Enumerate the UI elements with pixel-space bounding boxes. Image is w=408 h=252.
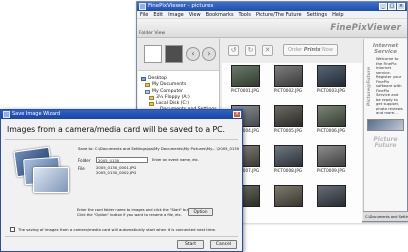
thumbnail-image (316, 105, 346, 127)
internet-service-title: Internet Service (372, 43, 399, 55)
folder-icon (149, 96, 154, 101)
delete-icon[interactable]: ✕ (262, 44, 273, 56)
folder-hint: Enter an event name, etc. (152, 158, 200, 162)
brand-bar: Folder View FinePixViewer (137, 19, 407, 38)
thumbnail[interactable]: PICT0001.JPG (228, 65, 262, 99)
folder-icon (149, 102, 154, 107)
viewer-title-bar[interactable]: FinePixViewer - pictures _ □ × (137, 2, 407, 11)
option-button[interactable]: Option (188, 208, 213, 216)
menu-image[interactable]: Image (168, 11, 184, 18)
auto-save-label: The saving of images from a camera/media… (18, 227, 217, 232)
rotate-right-icon[interactable]: ↻ (245, 44, 256, 56)
menu-bar: File Edit Image View Bookmarks Tools Pic… (137, 11, 407, 19)
wizard-icon (3, 111, 10, 118)
start-button[interactable]: Start (177, 240, 204, 249)
instruction-line-1: Enter the card folder name to images and… (77, 208, 197, 212)
folder-view-icon[interactable] (144, 45, 162, 63)
menu-edit[interactable]: Edit (153, 11, 163, 18)
computer-icon (145, 89, 150, 94)
image-toolbar: ↺ ↻ ✕ Order Prints Now (222, 40, 358, 60)
menu-bookmarks[interactable]: Bookmarks (206, 11, 234, 18)
divider (5, 139, 238, 140)
camera-view-icon[interactable] (165, 45, 183, 63)
desktop-icon (141, 77, 146, 82)
thumbnail[interactable]: PICT0009.JPG (314, 145, 348, 179)
forward-arrow-icon[interactable]: › (202, 47, 216, 61)
file-name-2: 2005_0130_0002.JPG (96, 169, 137, 175)
wizard-title-bar[interactable]: Save Image Wizard × (1, 110, 242, 119)
thumbnail-caption: PICT0003.JPG (316, 88, 346, 93)
thumbnail[interactable]: PICT0003.JPG (314, 65, 348, 99)
app-icon (139, 3, 146, 10)
folder-icon (145, 83, 150, 88)
thumbnail-caption: PICT0005.JPG (273, 128, 303, 133)
thumbnail-image (273, 65, 303, 87)
thumbnail-image (316, 145, 346, 167)
viewer-title: FinePixViewer - pictures (148, 3, 214, 9)
cancel-button[interactable]: Cancel (210, 240, 237, 249)
menu-view[interactable]: View (189, 11, 201, 18)
thumbnail-image (316, 185, 346, 207)
menu-tools[interactable]: Tools (239, 11, 251, 18)
bottom-divider (5, 236, 238, 237)
status-bar: C:\Documents and Settings\qa\FinePix Doc… (363, 211, 408, 221)
close-icon[interactable]: × (233, 111, 241, 118)
wizard-fields: Folder 2005_0130 Enter an event name, et… (78, 157, 199, 179)
thumbnail[interactable] (271, 185, 305, 219)
folder-view-tab[interactable]: Folder View (139, 31, 165, 36)
auto-save-option[interactable]: The saving of images from a camera/media… (10, 227, 216, 232)
thumbnail-grid: PICT0001.JPG PICT0002.JPG PICT0003.JPG PICT… (222, 63, 362, 223)
folder-label: Folder (78, 157, 91, 163)
menu-picture-future[interactable]: Picture/The Future (256, 11, 302, 18)
auto-save-checkbox[interactable] (10, 227, 15, 232)
thumbnail[interactable]: PICT0005.JPG (271, 105, 305, 139)
wizard-heading: Images from a camera/media card will be … (7, 125, 225, 134)
order-prints-button[interactable]: Order Prints Now (283, 44, 338, 56)
thumbnail[interactable] (314, 185, 348, 219)
thumbnail-caption: PICT0002.JPG (273, 88, 303, 93)
rotate-left-icon[interactable]: ↺ (228, 44, 239, 56)
thumbnail-image (316, 65, 346, 87)
minimize-button[interactable]: _ (379, 3, 387, 10)
maximize-button[interactable]: □ (388, 3, 396, 10)
photo-stack-illustration (13, 146, 71, 199)
brand-logo: FinePixViewer (330, 23, 401, 33)
wizard-title: Save Image Wizard (12, 111, 61, 117)
instructions: Enter the card folder name to images and… (77, 208, 196, 217)
picture-future-logo[interactable]: Picture Future (367, 136, 404, 149)
save-image-wizard: Save Image Wizard × Images from a camera… (0, 109, 243, 252)
thumbnail-image (273, 105, 303, 127)
thumbnail-image (273, 145, 303, 167)
prints-label: Prints (303, 47, 321, 53)
thumbnail[interactable]: PICT0008.JPG (271, 145, 305, 179)
thumbnail-image (273, 185, 303, 207)
promo-image[interactable] (367, 118, 404, 131)
instruction-line-2: Click the "Option" button if you want to… (77, 212, 182, 217)
thumbnail-caption: PICT0006.JPG (316, 128, 346, 133)
back-arrow-icon[interactable]: ‹ (186, 47, 200, 61)
menu-settings[interactable]: Settings (307, 11, 328, 18)
now-label: Now (322, 47, 333, 53)
save-to-path: Save to: C:\Documents and Settings\qa\My… (78, 146, 240, 151)
thumbnail[interactable]: PICT0006.JPG (314, 105, 348, 139)
close-button[interactable]: × (397, 3, 405, 10)
thumbnail-caption: PICT0008.JPG (273, 168, 303, 173)
internet-service-panel: Internet Service Welcome to the FinePix … (363, 39, 407, 221)
file-label: File (78, 166, 85, 171)
menu-file[interactable]: File (140, 11, 148, 18)
order-label: Order (288, 47, 303, 53)
thumbnail-image (230, 65, 260, 87)
picture-future-vertical: Picture@Future (367, 67, 372, 107)
thumbnail-caption: PICT0001.JPG (230, 88, 260, 93)
folder-name-input[interactable]: 2005_0130 (96, 157, 148, 163)
thumbnail[interactable]: PICT0002.JPG (271, 65, 305, 99)
menu-help[interactable]: Help (332, 11, 343, 18)
thumbnail-caption: PICT0009.JPG (316, 168, 346, 173)
